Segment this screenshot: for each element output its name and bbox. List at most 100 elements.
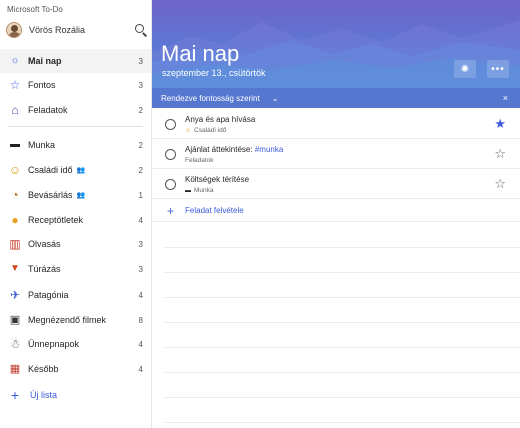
sidebar-item-label: Ünnepnapok xyxy=(28,339,80,349)
sidebar-item-count: 4 xyxy=(138,339,143,349)
task-hashtag[interactable]: #munka xyxy=(255,145,283,154)
sidebar-item-label: Feladatok xyxy=(28,105,68,115)
sidebar: Microsoft To-Do Vörös Rozália ☼ Mai nap … xyxy=(0,0,152,428)
sidebar-item-count: 1 xyxy=(138,190,143,200)
sidebar-item-munka[interactable]: ▬ Munka 2 xyxy=(0,133,151,157)
sidebar-item-count: 8 xyxy=(138,315,143,325)
cart-icon: ◔ xyxy=(11,188,19,202)
sidebar-item-label: Olvasás xyxy=(28,239,61,249)
task-list-info: ☺ Családi idő xyxy=(185,127,226,134)
empty-row-line xyxy=(164,397,520,398)
sidebar-item-count: 3 xyxy=(138,56,143,66)
sidebar-item-label: Patagónia xyxy=(28,290,69,300)
sidebar-item-turazas[interactable]: ▼ Túrázás 3 xyxy=(0,257,151,281)
plus-icon: + xyxy=(166,203,174,218)
sidebar-item-label: Később xyxy=(28,364,59,374)
sidebar-item-label: Túrázás xyxy=(28,264,61,274)
sidebar-item-count: 2 xyxy=(138,105,143,115)
sidebar-item-filmek[interactable]: ▣ Megnézendő filmek 8 xyxy=(0,308,151,332)
sidebar-item-kesobb[interactable]: ▦ Később 4 xyxy=(0,357,151,381)
task-checkbox[interactable] xyxy=(165,179,176,190)
sidebar-item-today[interactable]: ☼ Mai nap 3 xyxy=(0,49,151,73)
sidebar-item-important[interactable]: ☆ Fontos 3 xyxy=(0,73,151,97)
new-list-label: Új lista xyxy=(30,390,58,400)
task-title: Költségek térítése xyxy=(185,175,250,184)
task-item[interactable]: Ajánlat áttekintése: #munka Feladatok ☆ xyxy=(152,140,520,169)
header-banner: Mai nap szeptember 13., csütörtök ✺ ••• xyxy=(152,0,520,88)
fox-icon: ▼ xyxy=(10,263,20,274)
sidebar-item-count: 3 xyxy=(138,264,143,274)
task-item[interactable]: Költségek térítése ▬ Munka ☆ xyxy=(152,170,520,199)
star-outline-icon[interactable]: ☆ xyxy=(494,177,506,190)
shared-icon: 👥 xyxy=(76,192,86,199)
plane-icon: ✈ xyxy=(9,288,21,302)
task-list-name: Családi idő xyxy=(194,127,227,134)
app-window: Microsoft To-Do Vörös Rozália ☼ Mai nap … xyxy=(0,0,520,428)
sidebar-item-label: Receptötletek xyxy=(28,215,84,225)
plus-icon: + xyxy=(10,387,20,403)
add-task-label: Feladat felvétele xyxy=(185,206,244,215)
sidebar-item-label: Bevásárlás xyxy=(28,190,73,200)
sidebar-item-tasks[interactable]: ⌂ Feladatok 2 xyxy=(0,98,151,122)
sidebar-item-count: 2 xyxy=(138,140,143,150)
laptop-icon: ▬ xyxy=(10,139,20,150)
task-item[interactable]: Anya és apa hívása ☺ Családi idő ★ xyxy=(152,110,520,139)
sidebar-item-patagonia[interactable]: ✈ Patagónia 4 xyxy=(0,283,151,307)
search-icon[interactable] xyxy=(134,23,148,37)
shared-icon: 👥 xyxy=(76,167,86,174)
new-list-button[interactable]: + Új lista xyxy=(0,385,151,405)
sun-icon: ☼ xyxy=(10,55,20,66)
sidebar-item-count: 4 xyxy=(138,364,143,374)
sidebar-item-olvasas[interactable]: ▥ Olvasás 3 xyxy=(0,232,151,256)
lightbulb-icon: ✺ xyxy=(460,63,470,75)
film-icon: ▣ xyxy=(9,313,21,326)
empty-row-line xyxy=(164,297,520,298)
smiley-icon: ☺ xyxy=(185,127,192,134)
task-list-name: Feladatok xyxy=(185,157,214,164)
chevron-down-icon[interactable]: ⌄ xyxy=(272,94,279,103)
sidebar-item-count: 4 xyxy=(138,290,143,300)
sidebar-item-label: Fontos xyxy=(28,80,56,90)
sidebar-item-csaladi-ido[interactable]: ☺ Családi idő 👥 2 xyxy=(0,158,151,182)
snowman-icon: ☃ xyxy=(9,337,21,351)
avatar[interactable] xyxy=(6,22,22,38)
task-list-info: ▬ Munka xyxy=(185,187,214,194)
task-title: Anya és apa hívása xyxy=(185,115,256,124)
sidebar-item-unnepnapok[interactable]: ☃ Ünnepnapok 4 xyxy=(0,332,151,356)
empty-row-line xyxy=(164,322,520,323)
task-list-info: Feladatok xyxy=(185,157,214,164)
calendar-icon: ▦ xyxy=(9,362,21,375)
sidebar-item-count: 3 xyxy=(138,239,143,249)
sidebar-item-label: Munka xyxy=(28,140,56,150)
empty-row-line xyxy=(164,247,520,248)
task-title-text: Ajánlat áttekintése: xyxy=(185,145,255,154)
star-outline-icon[interactable]: ☆ xyxy=(494,147,506,160)
user-profile[interactable]: Vörös Rozália xyxy=(6,20,148,40)
empty-row-line xyxy=(164,347,520,348)
suggestions-button[interactable]: ✺ xyxy=(454,60,476,78)
close-icon[interactable]: × xyxy=(503,93,508,103)
sidebar-item-count: 4 xyxy=(138,215,143,225)
more-options-button[interactable]: ••• xyxy=(487,60,509,78)
sidebar-item-bevasarlas[interactable]: ◔ Bevásárlás 👥 1 xyxy=(0,183,151,207)
empty-row-line xyxy=(164,372,520,373)
app-title: Microsoft To-Do xyxy=(7,5,63,14)
sort-label: Rendezve fontosság szerint xyxy=(161,93,260,103)
laptop-icon: ▬ xyxy=(185,187,191,194)
add-task-button[interactable]: + Feladat felvétele xyxy=(152,200,520,222)
sidebar-item-label: Családi idő xyxy=(28,165,73,175)
page-date: szeptember 13., csütörtök xyxy=(162,68,266,78)
empty-row-line xyxy=(164,272,520,273)
smiley-icon: ☺ xyxy=(8,163,22,177)
sidebar-item-count: 2 xyxy=(138,165,143,175)
user-name: Vörös Rozália xyxy=(29,25,86,35)
food-icon: ● xyxy=(11,213,19,227)
home-icon: ⌂ xyxy=(11,103,19,117)
sidebar-divider xyxy=(8,126,143,127)
task-title: Ajánlat áttekintése: #munka xyxy=(185,145,283,154)
task-list-name: Munka xyxy=(194,187,214,194)
task-checkbox[interactable] xyxy=(165,119,176,130)
star-filled-icon[interactable]: ★ xyxy=(494,117,506,130)
sidebar-item-receptotletek[interactable]: ● Receptötletek 4 xyxy=(0,208,151,232)
task-checkbox[interactable] xyxy=(165,149,176,160)
